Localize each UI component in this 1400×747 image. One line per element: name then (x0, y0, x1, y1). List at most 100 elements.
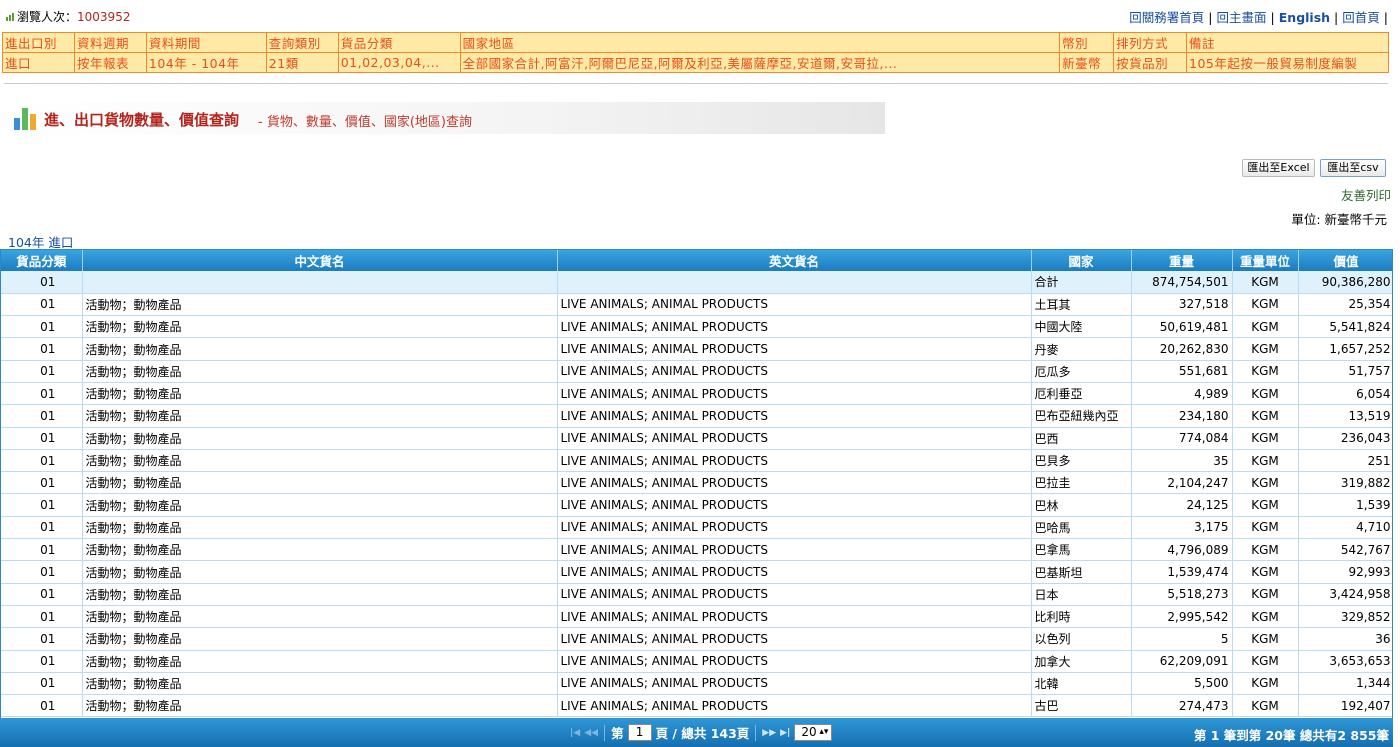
record-summary: 第 1 筆到第 20筆 總共有2 855筆 (1193, 728, 1389, 743)
column-header[interactable]: 國家 (1031, 250, 1132, 271)
table-row: 01 活動物；動物產品 LIVE ANIMALS; ANIMAL PRODUCTS 比… (1, 605, 1392, 629)
cell-chinese-name: 活動物；動物產品 (82, 493, 558, 517)
column-header[interactable]: 重量單位 (1232, 250, 1299, 271)
cell-hs-code: 01 (1, 672, 83, 696)
cell-chinese-name: 活動物；動物產品 (82, 650, 558, 673)
cell-chinese-name: 活動物；動物產品 (82, 694, 558, 718)
export-csv-button[interactable]: 匯出至csv (1320, 159, 1386, 177)
table-row: 01 活動物；動物產品 LIVE ANIMALS; ANIMAL PRODUCTS 古… (1, 694, 1392, 718)
cell-english-name: LIVE ANIMALS; ANIMAL PRODUCTS (557, 627, 1032, 651)
cell-value: 192,407 (1298, 694, 1392, 718)
cell-hs-code: 01 (1, 360, 83, 383)
cell-value: 236,043 (1298, 427, 1392, 450)
last-page-icon[interactable]: ▶| (780, 728, 790, 738)
export-excel-button[interactable]: 匯出至Excel (1242, 159, 1315, 177)
cell-value: 13,519 (1298, 404, 1392, 428)
cell-chinese-name: 活動物；動物產品 (82, 672, 558, 696)
column-header[interactable]: 價值 (1298, 250, 1392, 271)
cell-weight: 5,500 (1131, 672, 1233, 696)
query-criteria-table: 進出口別 資料週期 資料期間 查詢類別 貨品分類 國家地區 幣別 排列方式 備註… (2, 32, 1389, 73)
criteria-header: 進出口別 (2, 32, 75, 53)
top-links: 回關務署首頁 | 回主畫面 | English | 回首頁 | (1129, 7, 1392, 26)
cell-chinese-name: 活動物；動物產品 (82, 583, 558, 606)
cell-hs-code: 01 (1, 627, 83, 651)
column-header[interactable]: 中文貨名 (82, 250, 558, 271)
table-row: 01 活動物；動物產品 LIVE ANIMALS; ANIMAL PRODUCTS 巴… (1, 538, 1392, 562)
pagination-bar: |◀ ◀◀ 第 1 頁 / 總共 143頁 ▶▶ ▶| 20 ▴▾ 第 1 筆到第… (0, 718, 1393, 747)
cell-english-name (557, 271, 1032, 294)
page-subtitle: - 貨物、數量、價值、國家(地區)查詢 (258, 115, 472, 130)
cell-english-name: LIVE ANIMALS; ANIMAL PRODUCTS (557, 337, 1032, 361)
cell-value: 6,054 (1298, 382, 1392, 406)
link-main-screen[interactable]: 回主畫面 (1217, 10, 1267, 25)
cell-country: 巴拿馬 (1031, 538, 1132, 562)
cell-hs-code: 01 (1, 694, 83, 718)
chevron-updown-icon: ▴▾ (819, 727, 829, 737)
table-row: 01 活動物；動物產品 LIVE ANIMALS; ANIMAL PRODUCTS 土… (1, 293, 1392, 317)
cell-hs-code: 01 (1, 538, 83, 562)
print-friendly-link[interactable]: 友善列印 (1341, 185, 1391, 204)
criteria-value: 01,02,03,04,... (337, 52, 461, 73)
cell-hs-code: 01 (1, 404, 83, 428)
cell-weight: 5 (1131, 627, 1233, 651)
table-row: 01 活動物；動物產品 LIVE ANIMALS; ANIMAL PRODUCTS 厄… (1, 360, 1392, 383)
cell-country: 巴林 (1031, 493, 1132, 517)
cell-country: 合計 (1031, 271, 1132, 294)
table-row: 01 活動物；動物產品 LIVE ANIMALS; ANIMAL PRODUCTS 巴… (1, 404, 1392, 428)
cell-weight: 20,262,830 (1131, 337, 1233, 361)
cell-weight-unit: KGM (1232, 315, 1299, 339)
criteria-header: 貨品分類 (337, 32, 461, 53)
unit-label: 單位: 新臺幣千元 (1291, 212, 1387, 227)
link-customs-home[interactable]: 回關務署首頁 (1129, 10, 1204, 25)
cell-value: 1,344 (1298, 672, 1392, 696)
criteria-header: 幣別 (1059, 32, 1115, 53)
cell-chinese-name: 活動物；動物產品 (82, 560, 558, 584)
cell-weight-unit: KGM (1232, 404, 1299, 428)
cell-chinese-name: 活動物；動物產品 (82, 382, 558, 406)
cell-weight: 1,539,474 (1131, 560, 1233, 584)
page-size-select[interactable]: 20 ▴▾ (794, 724, 833, 741)
cell-chinese-name: 活動物；動物產品 (82, 538, 558, 562)
first-page-icon[interactable]: |◀ (570, 728, 580, 738)
cell-value: 1,539 (1298, 493, 1392, 517)
next-page-icon[interactable]: ▶▶ (762, 728, 776, 738)
cell-value: 1,657,252 (1298, 337, 1392, 361)
cell-english-name: LIVE ANIMALS; ANIMAL PRODUCTS (557, 360, 1032, 383)
cell-english-name: LIVE ANIMALS; ANIMAL PRODUCTS (557, 516, 1032, 540)
cell-weight-unit: KGM (1232, 516, 1299, 540)
results-grid: 貨品分類 中文貨名 英文貨名 國家 重量 重量單位 價值 01 合計 874,754… (0, 249, 1393, 747)
cell-hs-code: 01 (1, 315, 83, 339)
cell-hs-code: 01 (1, 583, 83, 606)
cell-country: 厄利垂亞 (1031, 382, 1132, 406)
link-english[interactable]: English (1279, 10, 1330, 25)
cell-hs-code: 01 (1, 382, 83, 406)
criteria-value: 全部國家合計,阿富汗,阿爾巴尼亞,阿爾及利亞,美屬薩摩亞,安道爾,安哥拉,... (459, 52, 1061, 73)
cell-value: 3,424,958 (1298, 583, 1392, 606)
criteria-header: 備註 (1186, 32, 1389, 53)
cell-chinese-name: 活動物；動物產品 (82, 627, 558, 651)
table-row: 01 活動物；動物產品 LIVE ANIMALS; ANIMAL PRODUCTS 巴… (1, 516, 1392, 540)
cell-chinese-name: 活動物；動物產品 (82, 471, 558, 495)
cell-hs-code: 01 (1, 271, 83, 294)
cell-country: 北韓 (1031, 672, 1132, 696)
cell-country: 加拿大 (1031, 650, 1132, 673)
cell-country: 巴貝多 (1031, 449, 1132, 473)
column-header[interactable]: 重量 (1131, 250, 1233, 271)
cell-weight-unit: KGM (1232, 471, 1299, 495)
cell-weight: 62,209,091 (1131, 650, 1233, 673)
criteria-value: 新臺幣 (1059, 52, 1115, 73)
column-header[interactable]: 貨品分類 (1, 250, 83, 271)
page-prefix: 第 (611, 726, 624, 741)
table-row: 01 活動物；動物產品 LIVE ANIMALS; ANIMAL PRODUCTS 中… (1, 315, 1392, 339)
cell-weight: 274,473 (1131, 694, 1233, 718)
page-number-input[interactable]: 1 (627, 724, 652, 741)
link-home[interactable]: 回首頁 (1342, 10, 1380, 25)
table-row-total: 01 合計 874,754,501 KGM 90,386,280 (1, 271, 1392, 294)
cell-country: 巴基斯坦 (1031, 560, 1132, 584)
cell-chinese-name: 活動物；動物產品 (82, 427, 558, 450)
divider (4, 83, 1388, 84)
visitor-label: 瀏覽人次： (17, 10, 78, 24)
column-header[interactable]: 英文貨名 (557, 250, 1032, 271)
prev-page-icon[interactable]: ◀◀ (584, 728, 598, 738)
cell-hs-code: 01 (1, 493, 83, 517)
